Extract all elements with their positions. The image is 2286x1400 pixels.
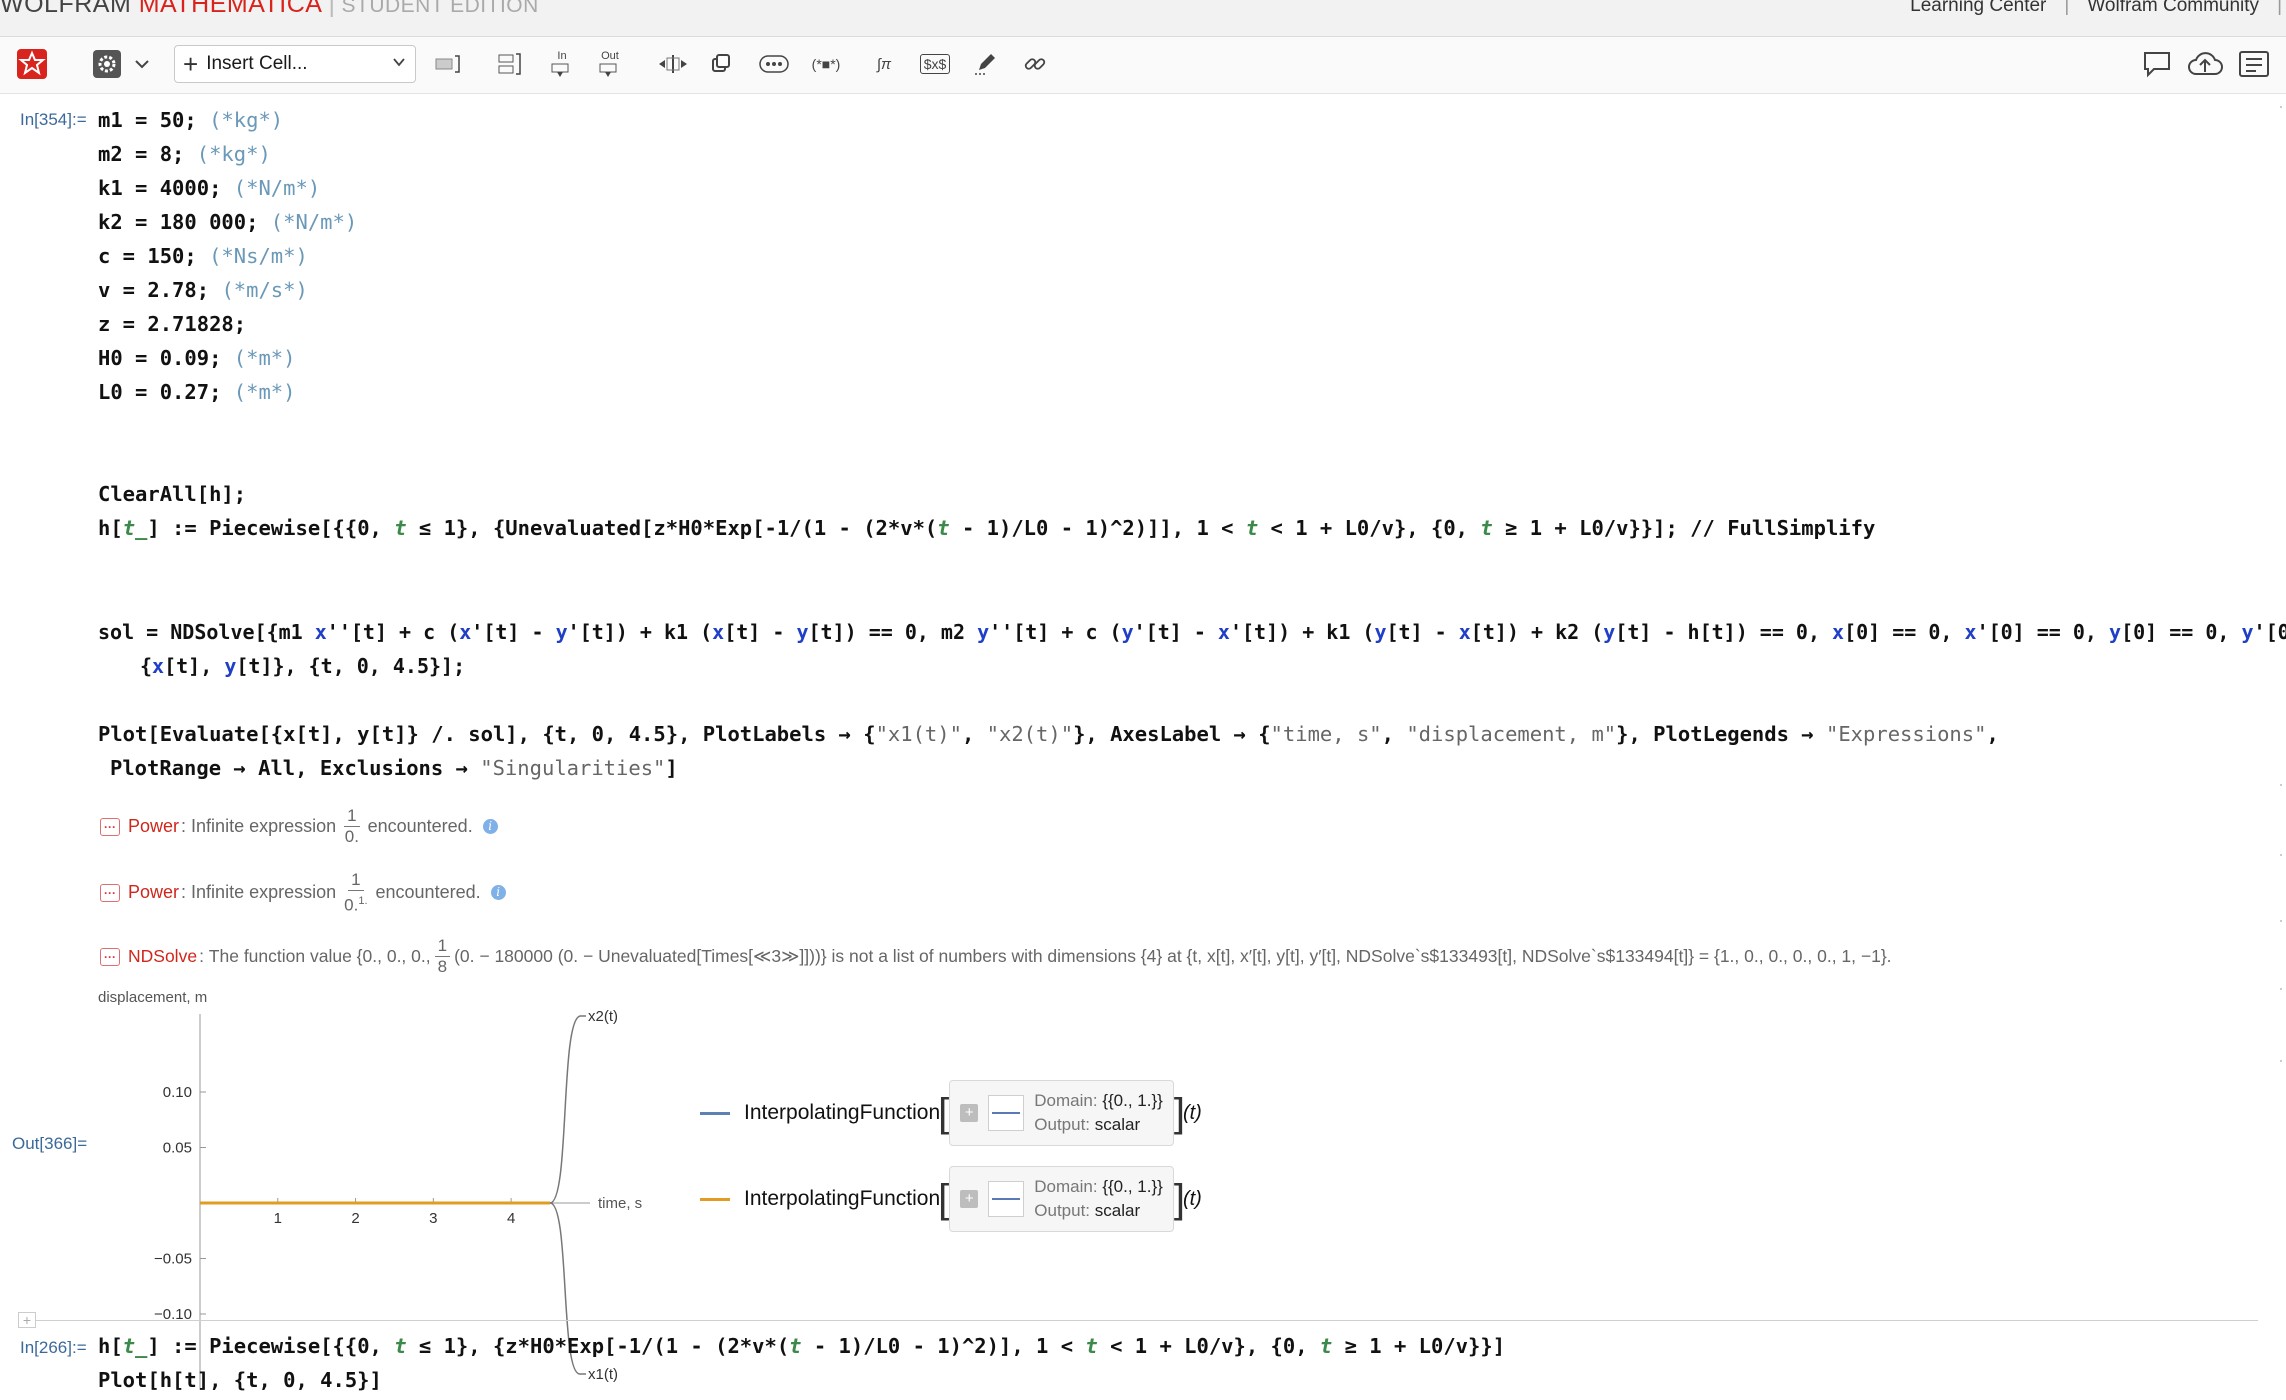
- notebook-area: In[354]:= m1 = 50; (*kg*) m2 = 8; (*kg*) k…: [0, 94, 2286, 1400]
- code-line[interactable]: k2 = 180 000; (*N/m*): [98, 210, 357, 234]
- series-label: x2(t): [588, 1008, 618, 1025]
- message-menu-icon[interactable]: ···: [100, 947, 120, 966]
- x-tick-label: 2: [351, 1210, 359, 1227]
- brand-mathematica: MATHEMATICA: [138, 0, 323, 18]
- comment-icon[interactable]: (*■*): [806, 47, 846, 81]
- cloud-upload-icon[interactable]: [2186, 47, 2224, 81]
- code-line[interactable]: c = 150; (*Ns/m*): [98, 244, 308, 268]
- code-line[interactable]: m1 = 50; (*kg*): [98, 108, 283, 132]
- code-line[interactable]: k1 = 4000; (*N/m*): [98, 176, 320, 200]
- add-cell-icon[interactable]: +: [18, 1312, 36, 1328]
- legend-label: InterpolatingFunction: [744, 1187, 941, 1210]
- brand-wolfram: WOLFRAM: [0, 0, 132, 18]
- code-line[interactable]: PlotRange → All, Exclusions → "Singulari…: [110, 756, 678, 780]
- interpolating-function-box[interactable]: + Domain: {{0., 1.}} Output: scalar: [949, 1166, 1174, 1232]
- code-comment: (*kg*): [196, 142, 271, 166]
- code-line[interactable]: Plot[h[t], {t, 0, 4.5}]: [98, 1368, 382, 1392]
- expand-icon[interactable]: +: [960, 1104, 979, 1122]
- latex-icon[interactable]: $x$: [918, 47, 952, 81]
- code-line[interactable]: ClearAll[h];: [98, 482, 246, 506]
- link-icon[interactable]: [1020, 47, 1050, 81]
- code-comment: (*m*): [233, 380, 296, 404]
- x-tick-label: 3: [429, 1210, 437, 1227]
- chevron-down-icon[interactable]: [130, 47, 154, 81]
- code-line[interactable]: h[t_] := Piecewise[{{0, t ≤ 1}, {z*H0*Ex…: [98, 1334, 1505, 1358]
- title-bar: WOLFRAM MATHEMATICA | STUDENT EDITION Lear…: [0, 0, 2286, 37]
- expand-icon[interactable]: +: [960, 1190, 979, 1208]
- legend-swatch: [700, 1111, 730, 1115]
- evaluate-icon[interactable]: [14, 47, 50, 81]
- legend-entry: InterpolatingFunction [ + Domain: {{0., …: [700, 1166, 1202, 1232]
- pen-icon[interactable]: [970, 47, 1000, 81]
- text-cell-icon[interactable]: [494, 47, 526, 81]
- label-leader: [549, 1015, 586, 1204]
- learning-center-link[interactable]: Learning Center: [1910, 0, 2046, 16]
- code-comment: (*m*): [233, 346, 296, 370]
- app-brand: WOLFRAM MATHEMATICA | STUDENT EDITION: [0, 0, 539, 19]
- code-line[interactable]: h[t_] := Piecewise[{{0, t ≤ 1}, {Unevalu…: [98, 516, 1875, 540]
- y-tick-label: 0.10: [163, 1084, 192, 1101]
- input-label: In[354]:=: [20, 110, 87, 129]
- insert-cell-dropdown[interactable]: + Insert Cell...: [174, 45, 416, 83]
- warning-message: ··· Power: Infinite expression 1 0.1. enc…: [100, 870, 506, 916]
- warning-message: ··· Power: Infinite expression 1 0. encou…: [100, 806, 498, 847]
- x-axis-label: time, s: [598, 1195, 642, 1212]
- code-comment: (*N/m*): [270, 210, 358, 234]
- displacement-plot[interactable]: displacement, m0.100.05−0.05−0.101 2 3 4tim…: [90, 990, 670, 1390]
- code-line[interactable]: L0 = 0.27; (*m*): [98, 380, 295, 404]
- info-icon[interactable]: i: [490, 885, 506, 901]
- gear-icon[interactable]: [90, 47, 124, 81]
- math-typeset-icon[interactable]: ∫π: [868, 47, 900, 81]
- output-label: Out[366]=: [12, 1134, 88, 1153]
- cell-insertion-line[interactable]: [18, 1320, 2258, 1321]
- plus-icon: +: [183, 48, 199, 79]
- info-icon[interactable]: i: [482, 819, 498, 834]
- message-menu-icon[interactable]: ···: [100, 817, 120, 836]
- function-thumbnail: [988, 1181, 1025, 1217]
- input-cell-icon[interactable]: In: [544, 47, 580, 81]
- y-tick-label: 0.05: [163, 1140, 192, 1157]
- code-comment: (*N/m*): [233, 176, 321, 200]
- message-menu-icon[interactable]: ···: [100, 883, 120, 902]
- legend-entry: InterpolatingFunction [ + Domain: {{0., …: [700, 1080, 1202, 1146]
- x-tick-label: 1: [274, 1210, 282, 1227]
- brand-edition: STUDENT EDITION: [341, 0, 539, 17]
- top-links: Learning Center | Wolfram Community |: [1896, 0, 2286, 17]
- code-line[interactable]: {x[t], y[t]}, {t, 0, 4.5}];: [140, 654, 465, 678]
- cell-bracket-icon[interactable]: [432, 47, 464, 81]
- series-label: x1(t): [588, 1366, 618, 1383]
- notebook-icon[interactable]: [2236, 47, 2272, 81]
- interpolating-function-box[interactable]: + Domain: {{0., 1.}} Output: scalar: [949, 1080, 1174, 1146]
- cell-brackets: [2258, 94, 2286, 1400]
- legend-label: InterpolatingFunction: [744, 1101, 941, 1124]
- input-label: In[266]:=: [20, 1338, 87, 1357]
- code-line[interactable]: v = 2.78; (*m/s*): [98, 278, 308, 302]
- warning-message: ··· NDSolve: The function value {0., 0.,…: [100, 936, 1892, 977]
- code-comment: (*Ns/m*): [209, 244, 308, 268]
- x-tick-label: 4: [507, 1210, 515, 1227]
- chevron-down-icon: [391, 54, 407, 76]
- code-line[interactable]: Plot[Evaluate[{x[t], y[t]} /. sol], {t, …: [98, 722, 1999, 746]
- code-line[interactable]: m2 = 8; (*kg*): [98, 142, 271, 166]
- code-comment: (*kg*): [209, 108, 284, 132]
- code-line[interactable]: sol = NDSolve[{m1 x''[t] + c (x'[t] - y'…: [98, 620, 2286, 644]
- code-comment: (*m/s*): [221, 278, 308, 302]
- wolfram-community-link[interactable]: Wolfram Community: [2087, 0, 2259, 16]
- ellipsis-icon[interactable]: [758, 47, 790, 81]
- merge-cell-icon[interactable]: [706, 47, 736, 81]
- chat-icon[interactable]: [2140, 47, 2174, 81]
- y-axis-label: displacement, m: [98, 990, 207, 1006]
- insert-cell-label: Insert Cell...: [206, 53, 308, 74]
- y-tick-label: −0.05: [154, 1251, 192, 1268]
- split-cell-icon[interactable]: [656, 47, 690, 81]
- output-cell-icon[interactable]: Out: [590, 47, 630, 81]
- legend-swatch: [700, 1197, 730, 1201]
- notebook-toolbar: + Insert Cell... In Out (*■*) ∫π $x$: [0, 37, 2286, 94]
- code-line[interactable]: H0 = 0.09; (*m*): [98, 346, 295, 370]
- code-line[interactable]: z = 2.71828;: [98, 312, 246, 336]
- function-thumbnail: [988, 1095, 1025, 1131]
